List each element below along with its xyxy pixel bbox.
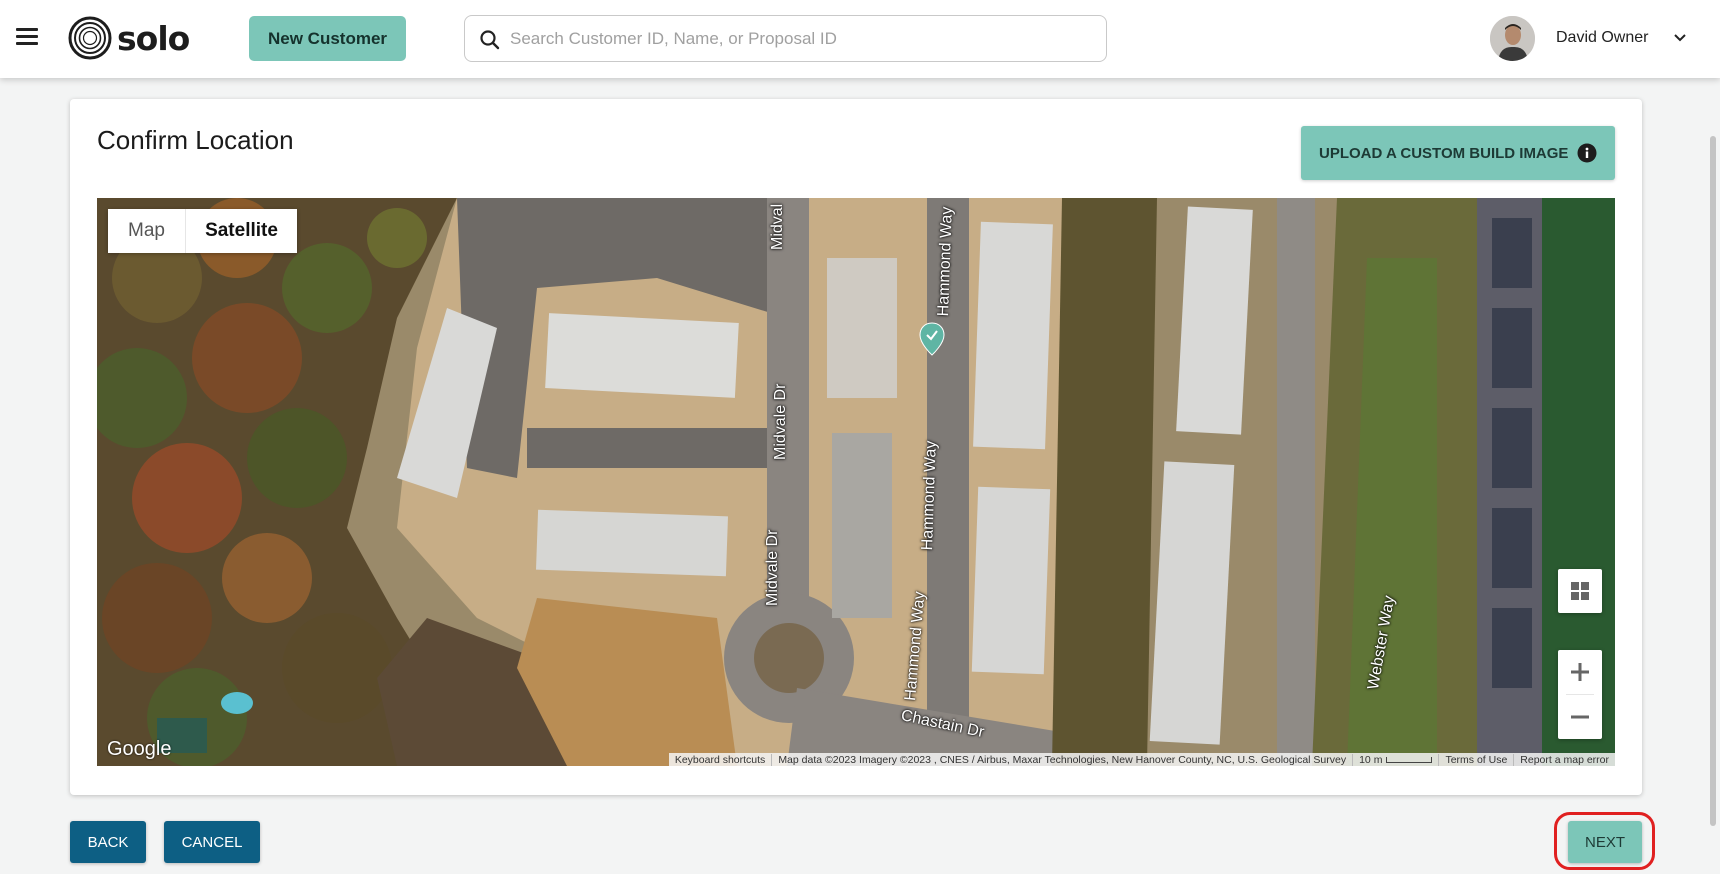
google-logo: Google [107, 738, 172, 760]
map-type-satellite-button[interactable]: Satellite [186, 209, 297, 253]
user-name[interactable]: David Owner [1556, 29, 1648, 47]
scale-label: 10 m [1359, 754, 1383, 766]
top-header: solo New Customer David Owner [0, 0, 1720, 78]
avatar[interactable] [1490, 16, 1535, 61]
plus-icon [1571, 663, 1589, 681]
hamburger-menu-icon[interactable] [16, 28, 38, 46]
chevron-down-icon[interactable] [1672, 30, 1688, 46]
zoom-in-button[interactable] [1558, 650, 1602, 694]
terms-link[interactable]: Terms of Use [1438, 754, 1513, 766]
user-avatar-icon [1490, 16, 1535, 61]
map-attribution: Keyboard shortcuts Map data ©2023 Imager… [668, 753, 1615, 766]
info-icon[interactable] [1577, 143, 1597, 163]
keyboard-shortcuts-link[interactable]: Keyboard shortcuts [669, 754, 771, 766]
satellite-imagery[interactable] [97, 198, 1615, 766]
road-label: Midval [769, 203, 786, 250]
next-button[interactable]: NEXT [1568, 821, 1642, 863]
confirm-location-card: Confirm Location UPLOAD A CUSTOM BUILD I… [70, 99, 1642, 795]
report-map-error-link[interactable]: Report a map error [1513, 754, 1615, 766]
map-scale[interactable]: 10 m [1352, 754, 1438, 766]
logo-text: solo [117, 18, 190, 58]
zoom-out-button[interactable] [1558, 695, 1602, 739]
road-label: Midvale Dr [764, 529, 781, 606]
solo-logo[interactable]: solo [68, 16, 190, 60]
scrollbar[interactable] [1710, 136, 1716, 826]
satellite-map[interactable]: Midval Midvale Dr Midvale Dr Hammond Way… [97, 198, 1615, 766]
cancel-button[interactable]: CANCEL [164, 821, 260, 863]
map-layers-button[interactable] [1558, 569, 1602, 613]
road-label: Hammond Way [935, 206, 956, 317]
upload-button-label: UPLOAD A CUSTOM BUILD IMAGE [1319, 144, 1569, 162]
back-button[interactable]: BACK [70, 821, 146, 863]
search-input[interactable] [510, 24, 1090, 54]
solo-logo-icon [68, 16, 112, 60]
new-customer-button[interactable]: New Customer [249, 16, 406, 61]
search-icon [480, 30, 500, 50]
minus-icon [1571, 715, 1589, 719]
upload-custom-build-image-button[interactable]: UPLOAD A CUSTOM BUILD IMAGE [1301, 126, 1615, 180]
location-marker-icon[interactable] [919, 322, 945, 356]
road-label: Midvale Dr [772, 383, 789, 460]
scale-bar [1386, 757, 1433, 764]
map-type-map-button[interactable]: Map [108, 209, 186, 253]
page-title: Confirm Location [97, 125, 294, 155]
map-data-text: Map data ©2023 Imagery ©2023 , CNES / Ai… [771, 754, 1352, 766]
zoom-controls [1558, 650, 1602, 739]
road-label: Hammond Way [919, 440, 940, 551]
grid-icon [1571, 582, 1589, 600]
map-type-toggle: Map Satellite [108, 209, 297, 253]
search-box [464, 15, 1107, 62]
